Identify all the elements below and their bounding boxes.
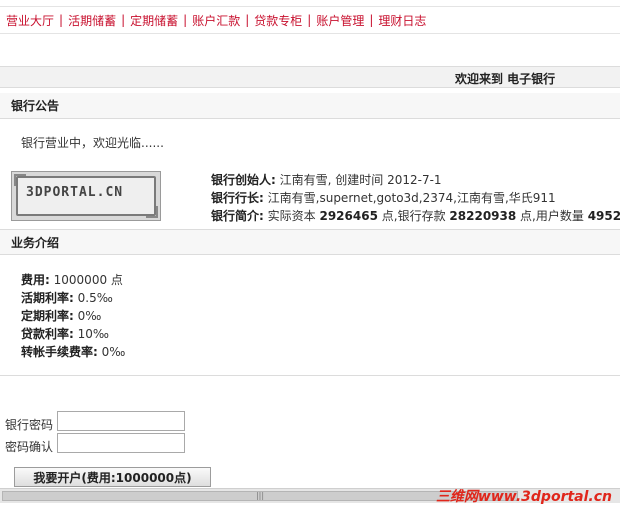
fee-value: 1000000 点 [53, 273, 123, 287]
demand-rate-label: 活期利率: [21, 291, 74, 305]
transfer-fee-label: 转帐手续费率: [21, 345, 98, 359]
nav-item-finance-log[interactable]: 理财日志 [378, 12, 426, 29]
welcome-bar: 欢迎来到 电子银行 [0, 66, 620, 88]
notice-title: 银行公告 [0, 93, 620, 119]
nav-separator: | [59, 13, 64, 27]
president-row: 银行行长: 江南有雪,supernet,goto3d,2374,江南有雪,华氏9… [211, 189, 620, 207]
logo-text: 3DPORTAL.CN [26, 185, 124, 200]
nav-separator: | [183, 13, 188, 27]
top-nav: 营业大厅 | 活期储蓄 | 定期储蓄 | 账户汇款 | 贷款专柜 | 账户管理 … [0, 6, 620, 34]
list-item: 转帐手续费率: 0‰ [21, 343, 125, 361]
president-value: 江南有雪,supernet,goto3d,2374,江南有雪,华氏911 [267, 191, 556, 205]
confirm-password-input[interactable] [57, 433, 185, 453]
nav-item-lobby[interactable]: 营业大厅 [6, 12, 54, 29]
nav-separator: | [121, 13, 126, 27]
business-list: 费用: 1000000 点 活期利率: 0.5‰ 定期利率: 0‰ 贷款利率: … [21, 271, 125, 361]
nav-item-account-management[interactable]: 账户管理 [316, 12, 364, 29]
scrollbar-grip-icon: ||| [255, 491, 265, 500]
bank-info: 银行创始人: 江南有雪, 创建时间 2012-7-1 银行行长: 江南有雪,su… [211, 171, 620, 225]
loan-rate-label: 贷款利率: [21, 327, 74, 341]
nav-item-remittance[interactable]: 账户汇款 [192, 12, 240, 29]
nav-separator: | [369, 13, 374, 27]
intro-prefix: 实际资本 [267, 209, 316, 223]
founder-row: 银行创始人: 江南有雪, 创建时间 2012-7-1 [211, 171, 620, 189]
founder-value: 江南有雪, 创建时间 2012-7-1 [279, 173, 442, 187]
demand-rate-value: 0.5‰ [77, 291, 113, 305]
welcome-text: 欢迎来到 电子银行 [455, 72, 556, 86]
list-item: 定期利率: 0‰ [21, 307, 125, 325]
fee-label: 费用: [21, 273, 50, 287]
nav-separator: | [307, 13, 312, 27]
capital-value: 2926465 [319, 209, 378, 223]
list-item: 活期利率: 0.5‰ [21, 289, 125, 307]
list-item: 贷款利率: 10‰ [21, 325, 125, 343]
intro-row: 银行简介: 实际资本 2926465 点,银行存款 28220938 点,用户数… [211, 207, 620, 225]
list-item: 费用: 1000000 点 [21, 271, 125, 289]
notice-text: 银行营业中，欢迎光临...... [21, 136, 164, 150]
site-watermark: 三维网www.3dportal.cn [435, 489, 612, 505]
password-label: 银行密码 [5, 418, 54, 432]
deposit-value: 28220938 [449, 209, 517, 223]
nav-item-demand-deposit[interactable]: 活期储蓄 [68, 12, 116, 29]
nav-item-fixed-deposit[interactable]: 定期储蓄 [130, 12, 178, 29]
open-account-button[interactable]: 我要开户(费用:1000000点) [14, 467, 211, 487]
users-text: 点,用户数量 [520, 209, 584, 223]
loan-rate-value: 10‰ [77, 327, 110, 341]
deposit-text: 点,银行存款 [381, 209, 446, 223]
fixed-rate-label: 定期利率: [21, 309, 74, 323]
president-label: 银行行长: [211, 191, 264, 205]
users-value: 4952 [587, 209, 620, 223]
fixed-rate-value: 0‰ [77, 309, 102, 323]
confirm-password-label: 密码确认 [5, 440, 54, 454]
intro-label: 银行简介: [211, 209, 264, 223]
nav-item-loans[interactable]: 贷款专柜 [254, 12, 302, 29]
logo-corner [146, 206, 158, 218]
password-input[interactable] [57, 411, 185, 431]
logo-corner [14, 174, 26, 186]
section-divider [0, 375, 620, 376]
transfer-fee-value: 0‰ [101, 345, 126, 359]
nav-separator: | [245, 13, 250, 27]
business-title: 业务介绍 [0, 229, 620, 255]
founder-label: 银行创始人: [211, 173, 276, 187]
bank-logo: 3DPORTAL.CN [11, 171, 161, 221]
